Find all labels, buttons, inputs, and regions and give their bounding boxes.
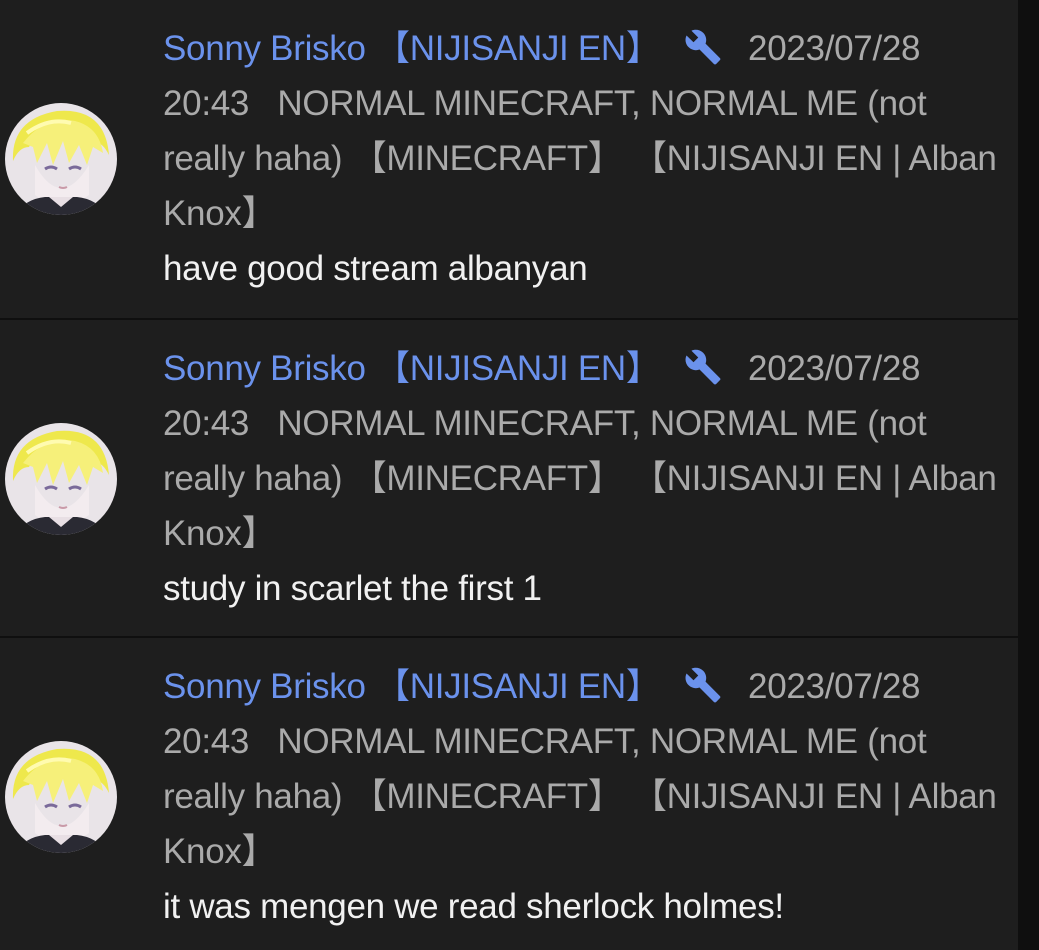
avatar-image [5, 741, 117, 853]
author-name[interactable]: Sonny Brisko [163, 667, 366, 706]
wrench-icon [685, 349, 721, 385]
comment-card[interactable]: Sonny Brisko 【NIJISANJI EN】 2023/07/28 2… [0, 320, 1018, 636]
comment-content: Sonny Brisko 【NIJISANJI EN】 2023/07/28 2… [163, 659, 997, 934]
avatar-image [5, 103, 117, 215]
author-affiliation[interactable]: 【NIJISANJI EN】 [375, 349, 661, 388]
comment-time: 20:43 [163, 722, 250, 761]
avatar[interactable] [5, 741, 117, 853]
comment-date: 2023/07/28 [748, 29, 921, 68]
comment-date: 2023/07/28 [748, 349, 921, 388]
avatar[interactable] [5, 103, 117, 215]
video-title-part: NORMAL MINECRAFT, NORMAL ME (not [277, 84, 927, 123]
comment-card[interactable]: Sonny Brisko 【NIJISANJI EN】 2023/07/28 2… [0, 638, 1018, 950]
video-title-line[interactable]: Knox】 [163, 824, 983, 879]
avatar[interactable] [5, 423, 117, 535]
author-affiliation[interactable]: 【NIJISANJI EN】 [375, 29, 661, 68]
author-name[interactable]: Sonny Brisko [163, 349, 366, 388]
comment-message: it was mengen we read sherlock holmes! [163, 887, 784, 926]
video-title-line[interactable]: 20:43 NORMAL MINECRAFT, NORMAL ME (not [163, 714, 983, 769]
wrench-icon [685, 29, 721, 65]
video-title-line[interactable]: Knox】 [163, 186, 983, 241]
video-title-part: NORMAL MINECRAFT, NORMAL ME (not [277, 404, 927, 443]
comment-header: Sonny Brisko 【NIJISANJI EN】 2023/07/28 [163, 659, 983, 714]
comment-content: Sonny Brisko 【NIJISANJI EN】 2023/07/28 2… [163, 341, 997, 616]
comment-header: Sonny Brisko 【NIJISANJI EN】 2023/07/28 [163, 341, 983, 396]
video-title-line[interactable]: really haha) 【MINECRAFT】 【NIJISANJI EN |… [163, 451, 997, 506]
video-title-line[interactable]: 20:43 NORMAL MINECRAFT, NORMAL ME (not [163, 396, 983, 451]
comment-card[interactable]: Sonny Brisko 【NIJISANJI EN】 2023/07/28 2… [0, 0, 1018, 318]
comment-header: Sonny Brisko 【NIJISANJI EN】 2023/07/28 [163, 21, 983, 76]
video-title-line[interactable]: really haha) 【MINECRAFT】 【NIJISANJI EN |… [163, 769, 997, 824]
comment-time: 20:43 [163, 404, 250, 443]
comment-message: have good stream albanyan [163, 249, 588, 288]
video-title-line[interactable]: really haha) 【MINECRAFT】 【NIJISANJI EN |… [163, 131, 997, 186]
comment-feed: Sonny Brisko 【NIJISANJI EN】 2023/07/28 2… [0, 0, 1018, 950]
author-name[interactable]: Sonny Brisko [163, 29, 366, 68]
author-affiliation[interactable]: 【NIJISANJI EN】 [375, 667, 661, 706]
wrench-icon [685, 667, 721, 703]
comment-message: study in scarlet the first 1 [163, 569, 542, 608]
video-title-part: NORMAL MINECRAFT, NORMAL ME (not [277, 722, 927, 761]
comment-content: Sonny Brisko 【NIJISANJI EN】 2023/07/28 2… [163, 21, 997, 296]
video-title-line[interactable]: Knox】 [163, 506, 983, 561]
avatar-image [5, 423, 117, 535]
video-title-line[interactable]: 20:43 NORMAL MINECRAFT, NORMAL ME (not [163, 76, 983, 131]
comment-time: 20:43 [163, 84, 250, 123]
comment-date: 2023/07/28 [748, 667, 921, 706]
